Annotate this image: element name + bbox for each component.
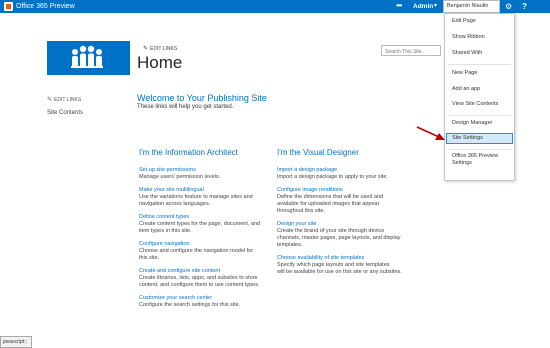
page-title: Home bbox=[137, 53, 183, 72]
task-desc: content, and configure them to use conte… bbox=[139, 282, 260, 288]
menu-item-site-settings[interactable]: Site Settings bbox=[446, 133, 513, 144]
task-desc: Create libraries, lists, apps, and subsi… bbox=[139, 275, 258, 281]
welcome-title: Welcome to Your Publishing Site bbox=[137, 93, 267, 103]
task-link[interactable]: Create and configure site content bbox=[139, 268, 273, 275]
user-name: Benjamin Niaulin bbox=[447, 3, 489, 9]
edit-links-left[interactable]: ✎ EDIT LINKS bbox=[47, 96, 81, 103]
suite-title[interactable]: Office 365 Preview bbox=[16, 1, 75, 12]
menu-item-show-ribbon[interactable]: Show Ribbon bbox=[445, 34, 514, 41]
task-desc: Specify which page layouts and site temp… bbox=[277, 262, 390, 268]
settings-menu: Edit Page Show Ribbon Shared With New Pa… bbox=[444, 13, 515, 181]
task-desc: will be available for use on this site o… bbox=[277, 269, 402, 275]
help-icon[interactable]: ? bbox=[522, 1, 527, 12]
visual-designer-column: I'm the Visual Designer Import a design … bbox=[277, 148, 411, 282]
task-item: Configure navigation Choose and configur… bbox=[139, 241, 273, 262]
nav-site-contents[interactable]: Site Contents bbox=[47, 110, 83, 116]
gear-icon[interactable]: ⚙ bbox=[505, 1, 512, 12]
task-desc: templates. bbox=[277, 242, 303, 248]
task-item: Choose availability of site templates Sp… bbox=[277, 255, 411, 276]
task-item: Set up site permissions Manage users' pe… bbox=[139, 167, 273, 181]
people-icon bbox=[71, 45, 103, 68]
task-desc: item types in this site. bbox=[139, 228, 192, 234]
menu-item-shared-with[interactable]: Shared With bbox=[445, 50, 514, 57]
task-item: Define content types Create content type… bbox=[139, 214, 273, 235]
task-link[interactable]: Make your site multilingual bbox=[139, 187, 273, 194]
task-item: Make your site multilingual Use the vari… bbox=[139, 187, 273, 208]
task-link[interactable]: Configure navigation bbox=[139, 241, 273, 248]
task-desc: Configure the search settings for this s… bbox=[139, 302, 241, 308]
column-heading: I'm the Visual Designer bbox=[277, 148, 359, 157]
pencil-icon: ✎ bbox=[47, 97, 53, 103]
task-desc: throughout this site. bbox=[277, 208, 326, 214]
chevron-down-icon[interactable]: ▾ bbox=[434, 1, 437, 12]
task-desc: navigation across languages. bbox=[139, 201, 211, 207]
annotation-arrow-icon bbox=[416, 126, 445, 140]
menu-item-design-manager[interactable]: Design Manager bbox=[445, 120, 514, 127]
task-link[interactable]: Choose availability of site templates bbox=[277, 255, 411, 262]
status-bar: javascript:; bbox=[0, 336, 32, 348]
menu-item-new-page[interactable]: New Page bbox=[445, 70, 514, 77]
site-logo[interactable] bbox=[47, 41, 130, 75]
task-desc: channels, master pages, page layouts, an… bbox=[277, 235, 401, 241]
task-desc: Create the brand of your site through de… bbox=[277, 228, 385, 234]
task-link[interactable]: Set up site permissions bbox=[139, 167, 273, 174]
task-link[interactable]: Configure image renditions bbox=[277, 187, 411, 194]
menu-item-label: Office 365 Preview bbox=[452, 153, 499, 159]
task-item: Configure image renditions Define the di… bbox=[277, 187, 411, 215]
menu-item-view-site-contents[interactable]: View Site Contents bbox=[445, 101, 514, 108]
task-item: Design your site Create the brand of you… bbox=[277, 221, 411, 249]
menu-divider bbox=[448, 64, 511, 65]
task-item: Create and configure site content Create… bbox=[139, 268, 273, 289]
task-item: Customize your search center Configure t… bbox=[139, 295, 273, 309]
pencil-icon: ✎ bbox=[143, 46, 149, 52]
admin-menu[interactable]: Admin bbox=[413, 1, 433, 12]
task-desc: Import a design package to apply to your… bbox=[277, 174, 388, 180]
welcome-subtitle: These links will help you get started. bbox=[137, 104, 234, 110]
task-link[interactable]: Define content types bbox=[139, 214, 273, 221]
suite-bar: Office 365 Preview ••• Admin ▾ Benjamin … bbox=[0, 0, 550, 13]
menu-item-edit-page[interactable]: Edit Page bbox=[445, 18, 514, 25]
edit-links-label: EDIT LINKS bbox=[150, 46, 178, 52]
edit-links-label: EDIT LINKS bbox=[54, 97, 82, 103]
column-heading: I'm the Information Architect bbox=[139, 148, 238, 157]
menu-divider bbox=[448, 115, 511, 116]
task-desc: this site. bbox=[139, 255, 160, 261]
menu-item-add-an-app[interactable]: Add an app bbox=[445, 86, 514, 93]
task-link[interactable]: Design your site bbox=[277, 221, 411, 228]
task-desc: Manage users' permission levels. bbox=[139, 174, 221, 180]
task-desc: Define the dimensions that will be used … bbox=[277, 194, 384, 200]
task-link[interactable]: Customize your search center bbox=[139, 295, 273, 302]
menu-item-office365-settings[interactable]: Office 365 Preview Settings bbox=[445, 153, 514, 167]
task-desc: available for uploaded images that appea… bbox=[277, 201, 380, 207]
task-desc: Create content types for the page, docum… bbox=[139, 221, 261, 227]
task-desc: Use the variations feature to manage sit… bbox=[139, 194, 253, 200]
more-icon[interactable]: ••• bbox=[396, 0, 402, 11]
task-item: Import a design package Import a design … bbox=[277, 167, 411, 181]
edit-links-top[interactable]: ✎ EDIT LINKS bbox=[143, 45, 177, 52]
user-menu[interactable]: Benjamin Niaulin bbox=[443, 0, 500, 13]
information-architect-column: I'm the Information Architect Set up sit… bbox=[139, 148, 273, 315]
office-logo-icon[interactable] bbox=[4, 2, 13, 11]
menu-item-label: Settings bbox=[452, 160, 472, 166]
task-desc: Choose and configure the navigation mode… bbox=[139, 248, 254, 254]
task-link[interactable]: Import a design package bbox=[277, 167, 411, 174]
menu-divider bbox=[448, 149, 511, 150]
search-input[interactable] bbox=[381, 45, 441, 56]
